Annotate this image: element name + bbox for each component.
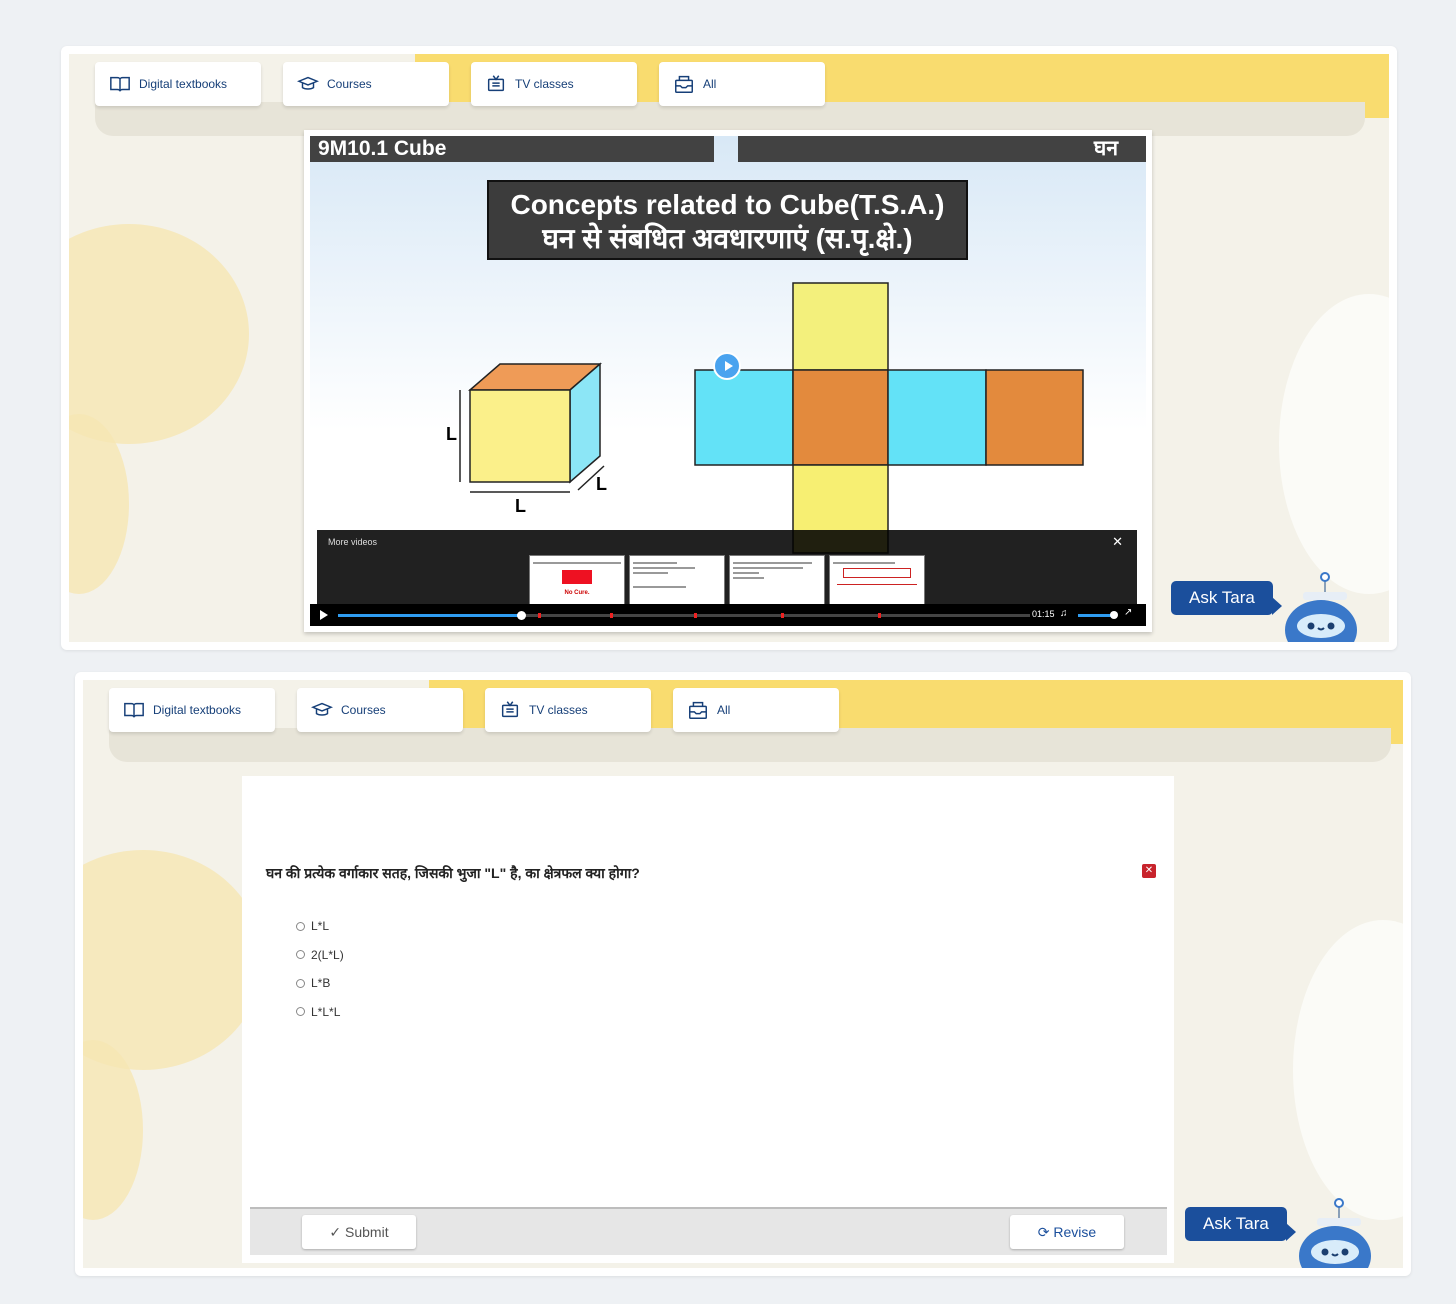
radio-button[interactable] [296,978,305,988]
close-icon[interactable]: ✕ [1112,534,1123,550]
answer-option[interactable]: L*L*L [296,998,344,1027]
submit-button[interactable]: ✓ Submit [302,1215,416,1249]
video-corner-label: घन [1093,137,1118,160]
video-frame[interactable]: 9M10.1 Cube घन Concepts related to Cube(… [310,136,1146,626]
revise-button[interactable]: ⟳ Revise [1010,1215,1124,1249]
tab-label: Digital textbooks [139,77,228,91]
video-player[interactable]: 9M10.1 Cube घन Concepts related to Cube(… [304,130,1152,632]
radio-button[interactable] [296,1007,305,1017]
leaf-decoration [83,850,263,1070]
video-thumbnail[interactable] [729,555,825,609]
answer-option[interactable]: 2(L*L) [296,941,344,970]
header-shelf [109,728,1391,762]
chapter-marker [610,613,613,618]
quiz-footer: ✓ Submit ⟳ Revise [250,1207,1167,1255]
close-icon[interactable]: ✕ [1142,864,1156,878]
tab-label: Courses [327,77,372,91]
tab-label: TV classes [529,703,588,717]
volume-icon[interactable]: ♫ [1060,608,1068,619]
answer-option[interactable]: L*L [296,912,344,941]
progress-knob[interactable] [517,611,527,620]
tab-courses[interactable]: Courses [283,62,449,106]
option-label: 2(L*L) [311,947,344,962]
concept-heading-en: Concepts related to Cube(T.S.A.) [510,189,945,220]
chapter-marker [878,613,881,618]
leaf-decoration [69,224,249,444]
tab-all[interactable]: All [673,688,839,732]
time-display: 01:15 [1032,609,1055,619]
dim-label-bottom: L [515,496,526,516]
nav-tabs: Digital textbooks Courses TV classes All [109,688,839,732]
graduation-cap-icon [311,702,333,716]
more-videos-list: No Cure. [529,555,925,609]
book-icon [124,702,144,718]
revise-label: Revise [1053,1224,1097,1240]
leaf-decoration [1279,294,1389,594]
concept-heading-hi: घन से संबधित अवधारणाएं (स.पृ.क्षे.) [542,223,913,254]
tab-tv-classes[interactable]: TV classes [471,62,637,106]
answer-options: L*L 2(L*L) L*B L*L*L [296,912,344,1026]
play-icon[interactable] [320,610,328,620]
thumbnail-caption: No Cure. [564,590,590,596]
tab-label: All [703,77,717,91]
radio-button[interactable] [296,921,305,931]
radio-button[interactable] [296,950,305,960]
progress-bar[interactable] [338,611,1030,620]
tab-digital-textbooks[interactable]: Digital textbooks [109,688,275,732]
video-controls: 01:15 ♫ ↗ [310,604,1146,626]
progress-fill [338,614,522,617]
tv-icon [487,75,505,92]
video-thumbnail[interactable]: No Cure. [529,555,625,609]
concept-heading: Concepts related to Cube(T.S.A.) घन से स… [487,180,968,260]
tab-courses[interactable]: Courses [297,688,463,732]
robot-icon [1285,572,1357,642]
video-thumbnail[interactable] [629,555,725,609]
refresh-icon: ⟳ [1037,1224,1050,1240]
quiz-card: घन की प्रत्येक वर्गाकार सतह, जिसकी भुजा … [242,776,1174,1263]
volume-slider[interactable] [1078,611,1118,619]
more-videos-label: More videos [328,537,378,547]
tab-label: Courses [341,703,386,717]
leaf-decoration [1293,920,1403,1220]
tab-label: Digital textbooks [153,703,242,717]
video-title-bar [738,136,1146,162]
inbox-icon [689,701,707,719]
cube-net-diagram [694,282,1084,554]
question-text: घन की प्रत्येक वर्गाकार सतह, जिसकी भुजा … [266,865,640,881]
ask-tara-button[interactable]: Ask Tara [1171,581,1282,615]
chapter-marker [538,613,541,618]
fullscreen-icon[interactable]: ↗ [1124,607,1132,618]
dim-label-depth: L [596,474,607,494]
chapter-marker [781,613,784,618]
graduation-cap-icon [297,76,319,90]
option-label: L*B [311,976,331,991]
option-label: L*L [311,919,330,934]
cube-diagram: L L L [446,362,607,516]
robot-icon [1299,1198,1371,1268]
tab-all[interactable]: All [659,62,825,106]
tab-digital-textbooks[interactable]: Digital textbooks [95,62,261,106]
ask-tara-button[interactable]: Ask Tara [1185,1207,1296,1241]
inbox-icon [675,75,693,93]
tab-label: All [717,703,731,717]
play-overlay-button[interactable] [713,352,741,380]
dim-label-left: L [446,424,457,444]
answer-option[interactable]: L*B [296,969,344,998]
nav-tabs: Digital textbooks Courses TV classes All [95,62,825,106]
video-title: 9M10.1 Cube [310,136,714,162]
chapter-marker [694,613,697,618]
video-thumbnail[interactable] [829,555,925,609]
tab-label: TV classes [515,77,574,91]
tv-icon [501,701,519,718]
option-label: L*L*L [311,1004,341,1019]
book-icon [110,76,130,92]
tab-tv-classes[interactable]: TV classes [485,688,651,732]
